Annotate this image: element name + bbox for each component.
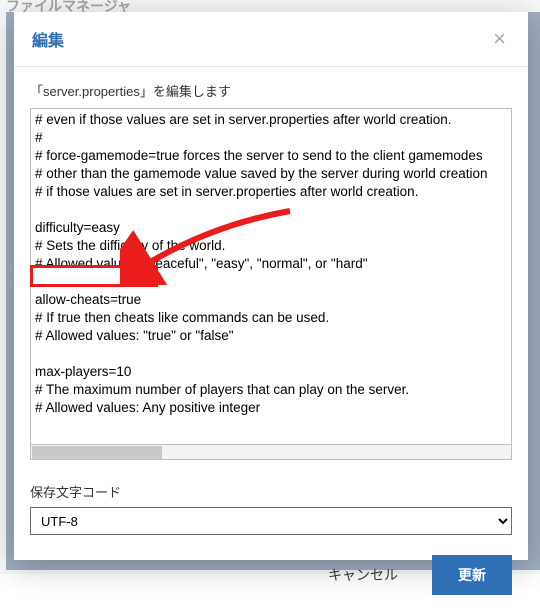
close-icon[interactable]: × (489, 26, 510, 52)
edit-modal: 編集 × 「server.properties」を編集します # even if… (14, 12, 528, 560)
editor-line[interactable]: # other than the gamemode value saved by… (35, 165, 507, 183)
editor-line[interactable]: # Allowed values: "peaceful", "easy", "n… (35, 255, 507, 273)
editor-line[interactable]: # If true then cheats like commands can … (35, 309, 507, 327)
editor-line[interactable]: difficulty=easy (35, 219, 507, 237)
edit-description: 「server.properties」を編集します (30, 81, 512, 100)
editor-line[interactable]: # Allowed values: "true" or "false" (35, 327, 507, 345)
editor-line[interactable] (35, 201, 507, 219)
editor-line[interactable]: # Sets the difficulty of the world. (35, 237, 507, 255)
editor-line[interactable]: # if those values are set in server.prop… (35, 183, 507, 201)
editor-line[interactable]: # The maximum number of players that can… (35, 381, 507, 399)
editor-line[interactable] (35, 273, 507, 291)
editor-line[interactable]: # force-gamemode=true forces the server … (35, 147, 507, 165)
editor-line[interactable] (35, 417, 507, 429)
encoding-label: 保存文字コード (30, 482, 512, 501)
modal-footer: キャンセル 更新 (14, 541, 528, 613)
modal-title: 編集 (32, 27, 64, 51)
editor-line[interactable]: allow-cheats=true (35, 291, 507, 309)
encoding-select[interactable]: UTF-8 (30, 507, 512, 535)
file-editor-wrap: # even if those values are set in server… (30, 108, 512, 444)
modal-body: 「server.properties」を編集します # even if thos… (14, 67, 528, 541)
editor-line[interactable]: max-players=10 (35, 363, 507, 381)
modal-header: 編集 × (14, 12, 528, 67)
editor-line[interactable]: # even if those values are set in server… (35, 111, 507, 129)
editor-line[interactable]: # (35, 129, 507, 147)
editor-line[interactable] (35, 345, 507, 363)
scrollbar-thumb[interactable] (32, 446, 162, 460)
update-button[interactable]: 更新 (432, 555, 512, 595)
editor-horizontal-scrollbar[interactable] (30, 444, 512, 460)
cancel-button[interactable]: キャンセル (312, 555, 414, 595)
editor-line[interactable]: # Allowed values: Any positive integer (35, 399, 507, 417)
file-editor[interactable]: # even if those values are set in server… (31, 109, 511, 429)
